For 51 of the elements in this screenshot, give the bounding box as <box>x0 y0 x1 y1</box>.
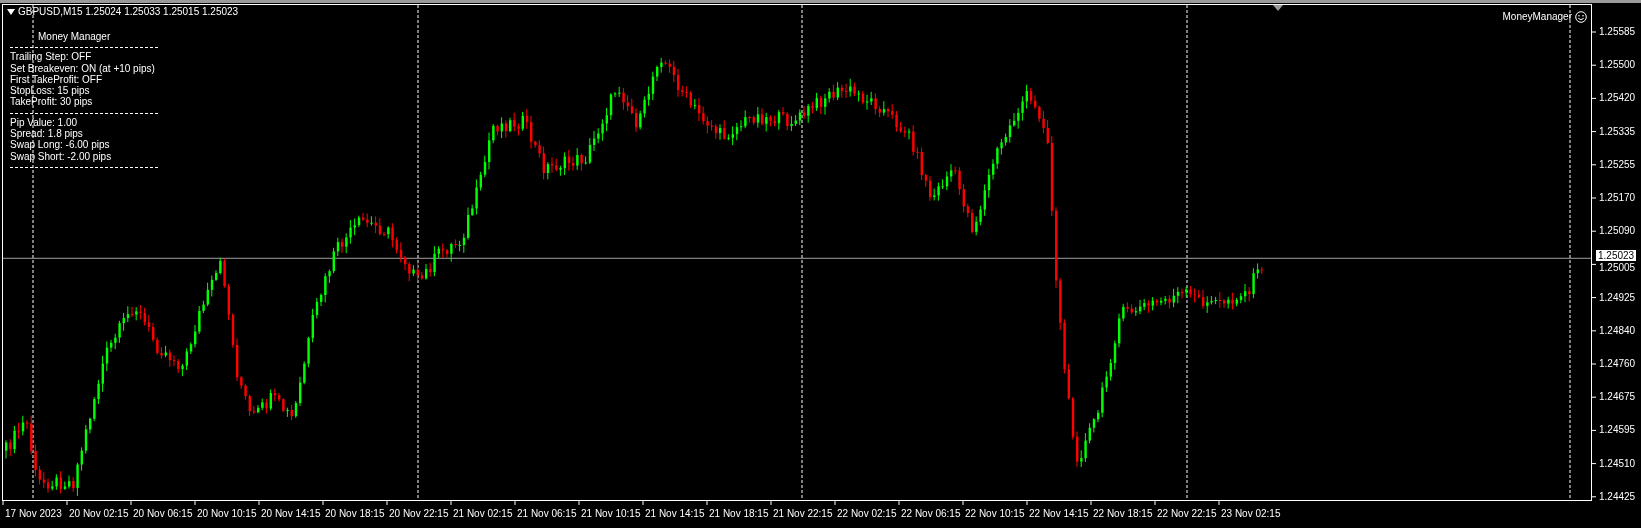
panel-text: Swap Short: -2.00 pips <box>10 150 113 162</box>
time-label: 22 Nov 10:15 <box>965 508 1025 520</box>
time-label: 22 Nov 06:15 <box>901 508 961 520</box>
time-label: 20 Nov 10:15 <box>197 508 257 520</box>
time-label: 20 Nov 02:15 <box>69 508 129 520</box>
price-label: 1.25090 <box>1599 225 1636 238</box>
time-label: 22 Nov 18:15 <box>1093 508 1153 520</box>
panel-text: Spread: 1.8 pips <box>10 128 83 140</box>
price-label: 1.24595 <box>1599 424 1636 437</box>
price-label: 1.25005 <box>1599 262 1636 275</box>
panel-text: TakeProfit: 30 pips <box>10 96 94 108</box>
current-price-label: 1.25023 <box>1596 250 1637 261</box>
price-label: 1.24425 <box>1599 490 1636 503</box>
time-label: 21 Nov 14:15 <box>645 508 705 520</box>
price-label: 1.25255 <box>1599 158 1636 171</box>
price-label: 1.24510 <box>1599 457 1636 470</box>
price-label: 1.25585 <box>1599 26 1636 38</box>
panel-title: Money Manager <box>37 31 112 43</box>
panel-text: Set Breakeven: ON (at +10 pips) <box>10 62 156 74</box>
time-label: 20 Nov 22:15 <box>389 508 449 520</box>
price-label: 1.25500 <box>1599 59 1636 72</box>
time-label: 17 Nov 2023 <box>5 508 62 520</box>
triangle-marker-icon[interactable] <box>1273 5 1283 11</box>
time-label: 23 Nov 02:15 <box>1221 508 1281 520</box>
time-label: 22 Nov 14:15 <box>1029 508 1089 520</box>
indicator-label: MoneyManager <box>1502 11 1572 23</box>
time-label: 22 Nov 22:15 <box>1157 508 1217 520</box>
price-label: 1.24840 <box>1599 324 1636 337</box>
time-label: 22 Nov 02:15 <box>837 508 897 520</box>
time-label: 21 Nov 06:15 <box>517 508 577 520</box>
price-label: 1.24760 <box>1599 358 1636 370</box>
price-label: 1.24925 <box>1599 291 1636 304</box>
panel-text: First TakeProfit: OFF <box>10 73 103 86</box>
panel-text: Pip Value: 1.00 <box>10 116 79 129</box>
chart-header: GBPUSD,M15 1.25024 1.25033 1.25015 1.25023 <box>18 6 239 18</box>
panel-text: Trailing Step: OFF <box>10 51 93 63</box>
time-label: 21 Nov 22:15 <box>773 508 833 520</box>
time-label: 21 Nov 10:15 <box>581 508 641 520</box>
price-label: 1.25420 <box>1599 92 1636 105</box>
time-label: 20 Nov 18:15 <box>325 508 385 520</box>
triangle-icon[interactable] <box>7 9 15 15</box>
time-label: 20 Nov 14:15 <box>261 508 321 520</box>
panel-text: Swap Long: -6.00 pips <box>10 139 111 151</box>
time-label: 21 Nov 02:15 <box>453 508 513 520</box>
smiley-icon <box>1575 11 1587 23</box>
price-label: 1.24675 <box>1599 391 1636 404</box>
time-label: 20 Nov 06:15 <box>133 508 193 520</box>
price-label: 1.25335 <box>1599 125 1636 138</box>
price-label: 1.25170 <box>1599 192 1636 204</box>
panel-text: StopLoss: 15 pips <box>10 85 90 97</box>
time-label: 21 Nov 18:15 <box>709 508 769 520</box>
